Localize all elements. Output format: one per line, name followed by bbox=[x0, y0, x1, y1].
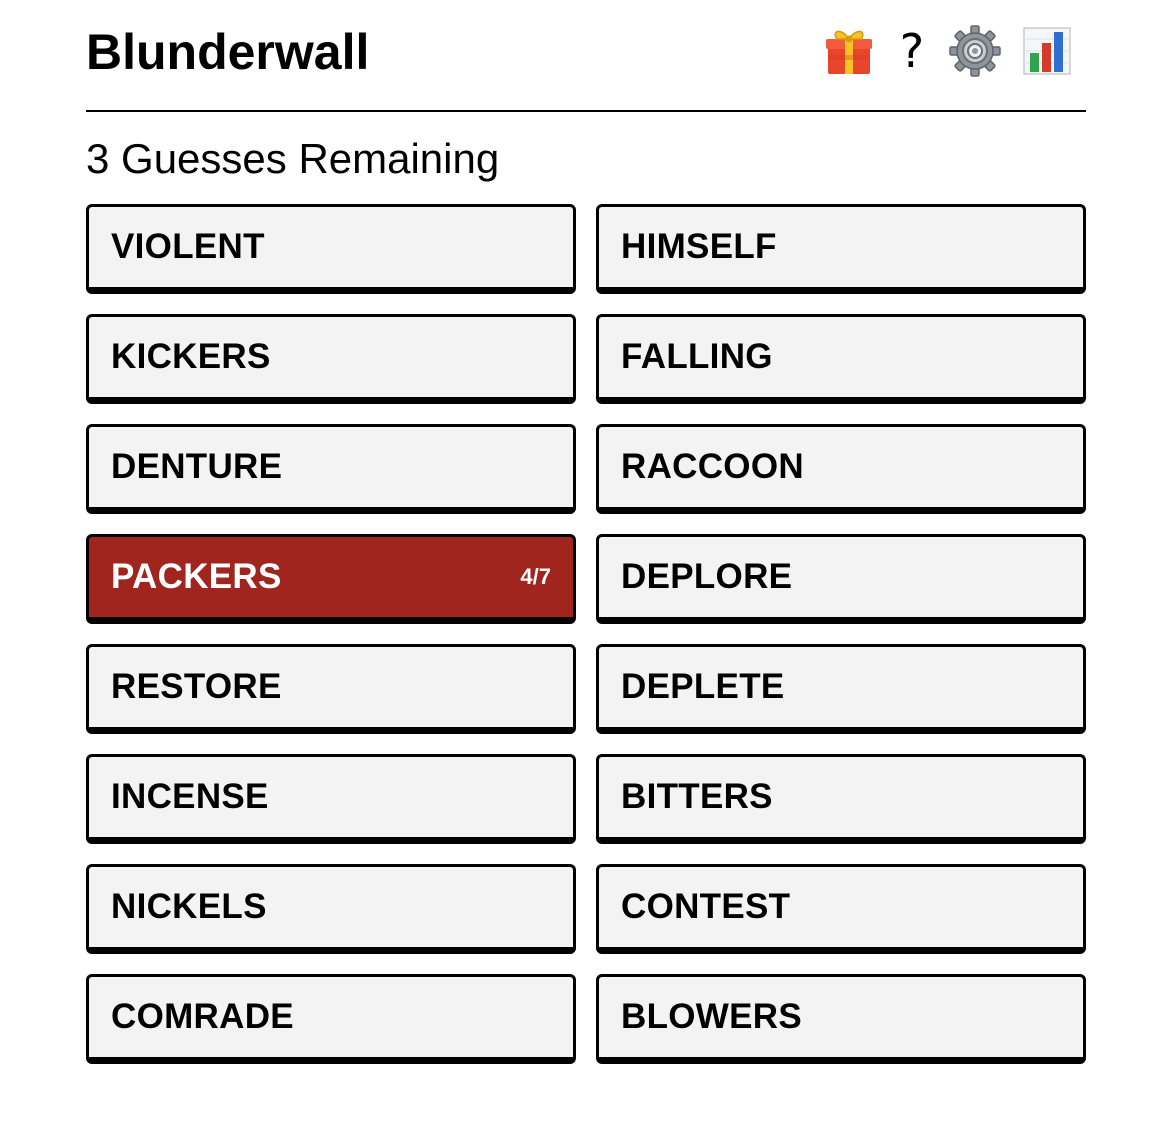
tile-word: INCENSE bbox=[111, 777, 269, 816]
tile-deplete[interactable]: DEPLETE bbox=[596, 644, 1086, 734]
tile-word: COMRADE bbox=[111, 997, 294, 1036]
tile-himself[interactable]: HIMSELF bbox=[596, 204, 1086, 294]
tile-word: VIOLENT bbox=[111, 227, 265, 266]
tile-word: NICKELS bbox=[111, 887, 267, 926]
tile-word: BITTERS bbox=[621, 777, 773, 816]
tile-word: DEPLORE bbox=[621, 557, 793, 596]
tile-nickels[interactable]: NICKELS bbox=[86, 864, 576, 954]
gear-icon[interactable] bbox=[948, 24, 1002, 78]
tile-bitters[interactable]: BITTERS bbox=[596, 754, 1086, 844]
tile-word: FALLING bbox=[621, 337, 773, 376]
tile-raccoon[interactable]: RACCOON bbox=[596, 424, 1086, 514]
tile-word: RACCOON bbox=[621, 447, 804, 486]
tile-word: RESTORE bbox=[111, 667, 282, 706]
tile-packers-selected[interactable]: PACKERS 4/7 bbox=[86, 534, 576, 624]
tile-restore[interactable]: RESTORE bbox=[86, 644, 576, 734]
tile-word: CONTEST bbox=[621, 887, 791, 926]
tile-falling[interactable]: FALLING bbox=[596, 314, 1086, 404]
gift-icon[interactable] bbox=[822, 24, 876, 78]
page-title: Blunderwall bbox=[86, 24, 370, 80]
tile-denture[interactable]: DENTURE bbox=[86, 424, 576, 514]
tile-word: DEPLETE bbox=[621, 667, 785, 706]
tile-incense[interactable]: INCENSE bbox=[86, 754, 576, 844]
header: Blunderwall ? bbox=[86, 0, 1086, 112]
tile-blowers[interactable]: BLOWERS bbox=[596, 974, 1086, 1064]
tile-word: BLOWERS bbox=[621, 997, 802, 1036]
selection-count-badge: 4/7 bbox=[520, 564, 551, 589]
tile-contest[interactable]: CONTEST bbox=[596, 864, 1086, 954]
tile-word: PACKERS bbox=[111, 557, 282, 596]
guesses-remaining: 3 Guesses Remaining bbox=[86, 135, 500, 182]
tile-violent[interactable]: VIOLENT bbox=[86, 204, 576, 294]
tile-comrade[interactable]: COMRADE bbox=[86, 974, 576, 1064]
tile-word: DENTURE bbox=[111, 447, 283, 486]
tile-deplore[interactable]: DEPLORE bbox=[596, 534, 1086, 624]
tile-word: HIMSELF bbox=[621, 227, 777, 266]
tile-word: KICKERS bbox=[111, 337, 271, 376]
tile-kickers[interactable]: KICKERS bbox=[86, 314, 576, 404]
stats-chart-icon[interactable] bbox=[1020, 24, 1074, 78]
help-icon[interactable]: ? bbox=[894, 24, 930, 78]
word-grid: VIOLENT HIMSELF KICKERS FALLING DENTURE … bbox=[86, 204, 1086, 1064]
app: Blunderwall ? 3 Guesses Remaining VIOLEN… bbox=[86, 0, 1086, 1064]
header-icons: ? bbox=[822, 24, 1074, 78]
